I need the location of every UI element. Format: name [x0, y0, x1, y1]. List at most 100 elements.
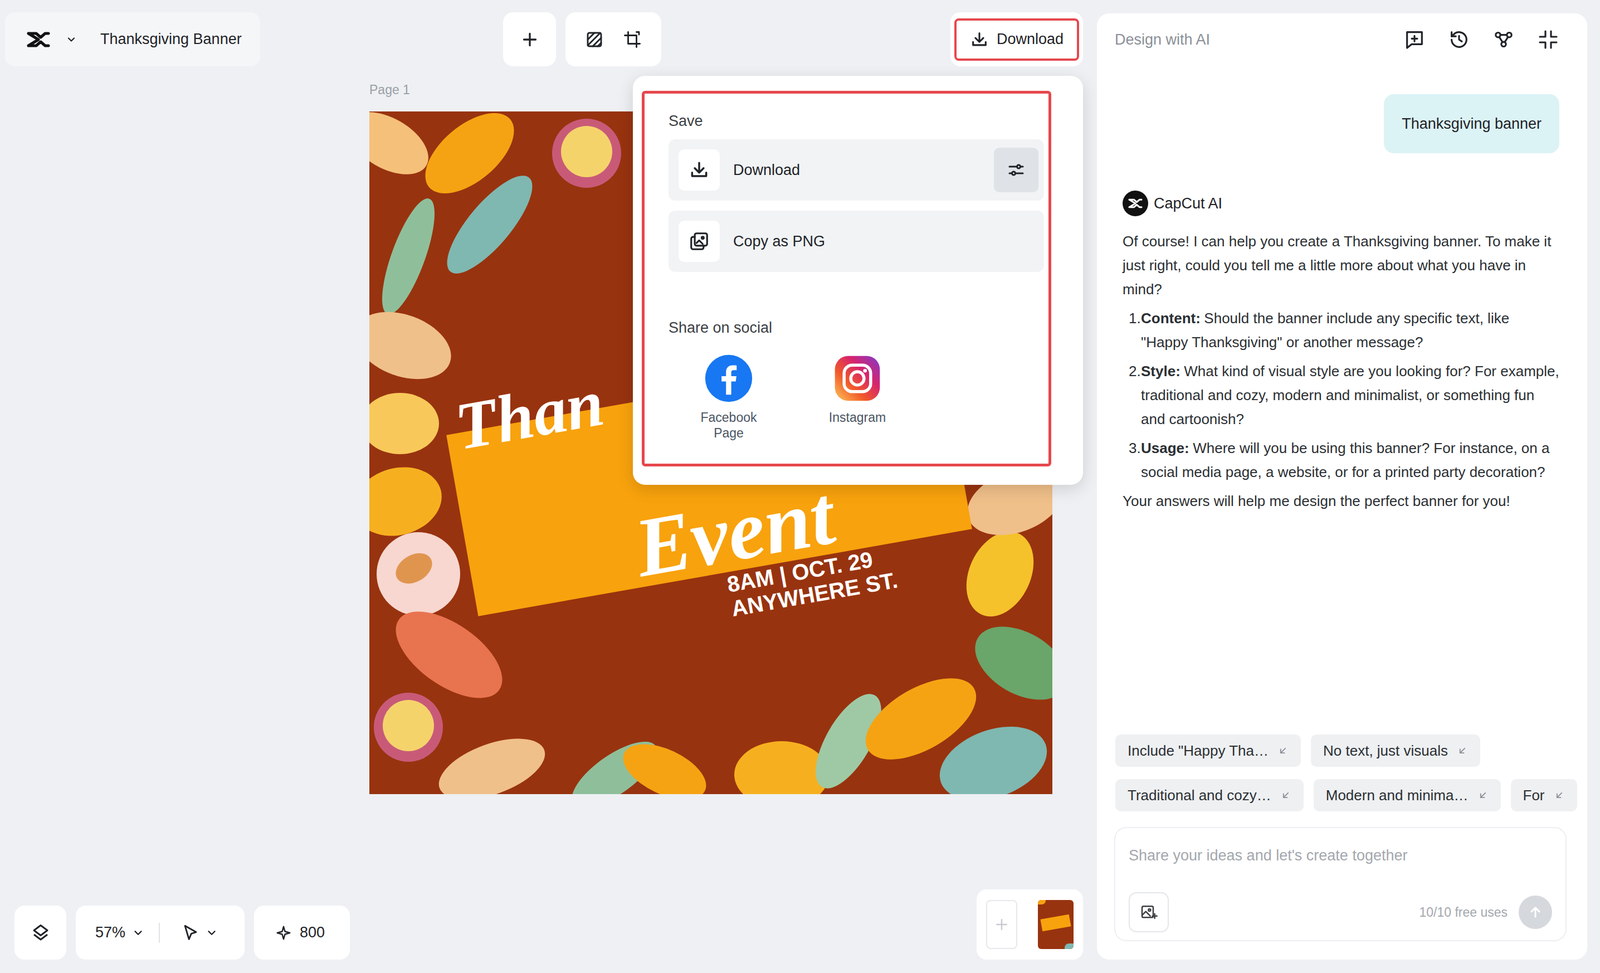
facebook-icon — [704, 353, 754, 403]
suggestion-chip[interactable]: No text, just visuals — [1310, 734, 1481, 767]
social-share-item[interactable]: Instagram — [797, 353, 918, 441]
share-icon[interactable] — [1492, 28, 1515, 51]
question-label: Usage: — [1140, 439, 1190, 457]
add-page-button[interactable] — [986, 899, 1018, 949]
panel-title: Design with AI — [1114, 28, 1211, 52]
download-button[interactable]: Download — [954, 18, 1080, 61]
export-menu: Save Download Copy as PNG Share on social… — [632, 75, 1084, 485]
document-title[interactable]: Thanksgiving Banner — [100, 27, 242, 51]
user-message: Thanksgiving banner — [1383, 94, 1560, 154]
arrow-icon — [1553, 789, 1565, 801]
arrow-icon — [1456, 744, 1468, 756]
export-menu-content: Save Download Copy as PNG Share on social… — [641, 90, 1052, 467]
bottom-bar: 57% 800 — [0, 889, 1097, 973]
arrow-icon — [1477, 789, 1489, 801]
usage-count: 10/10 free uses — [1418, 902, 1508, 923]
assistant-outro: Your answers will help me design the per… — [1122, 489, 1560, 514]
question-number: 3. — [1128, 436, 1141, 485]
social-share-item[interactable]: Facebook Page — [668, 353, 789, 441]
plus-icon — [993, 915, 1011, 933]
history-icon[interactable] — [1447, 28, 1471, 51]
suggestion-label: For — [1523, 784, 1545, 807]
export-action-row[interactable]: Download — [668, 139, 1045, 201]
question-text: What kind of visual style are you lookin… — [1140, 362, 1560, 428]
arrow-icon — [1277, 744, 1289, 756]
layers-button[interactable] — [14, 905, 67, 960]
top-bar: Thanksgiving Banner — [0, 0, 1097, 67]
prompt-box: 10/10 free uses — [1114, 826, 1567, 941]
question-body: Content:Should the banner include any sp… — [1140, 306, 1560, 355]
suggestion-label: Modern and minima… — [1325, 784, 1469, 807]
capcut-logo-icon — [25, 26, 52, 53]
instagram-icon — [832, 353, 882, 403]
suggestion-label: No text, just visuals — [1323, 739, 1448, 762]
question-item: 1.Content:Should the banner include any … — [1122, 306, 1560, 355]
download-label: Download — [996, 27, 1064, 51]
assistant-header: CapCut AI — [1122, 190, 1560, 217]
chevron-down-icon[interactable] — [205, 926, 218, 939]
credits-button[interactable]: 800 — [254, 905, 350, 960]
ai-panel-header: Design with AI — [1096, 13, 1588, 66]
question-item: 2.Style:What kind of visual style are yo… — [1122, 359, 1560, 432]
share-heading: Share on social — [668, 318, 1045, 337]
add-button[interactable] — [503, 12, 556, 67]
question-text: Where will you be using this banner? For… — [1140, 439, 1550, 481]
question-body: Usage:Where will you be using this banne… — [1140, 436, 1560, 485]
send-icon[interactable] — [1518, 895, 1553, 929]
suggestion-row: Include "Happy Tha… No text, just visuals — [1115, 734, 1588, 767]
save-heading: Save — [668, 111, 1045, 130]
pages-strip — [976, 889, 1084, 960]
assistant-name: CapCut AI — [1153, 192, 1223, 216]
suggestion-chip[interactable]: Traditional and cozy… — [1115, 778, 1304, 812]
resize-icon[interactable] — [622, 29, 643, 50]
export-action-label: Download — [733, 158, 800, 182]
question-item: 3.Usage:Where will you be using this ban… — [1122, 436, 1560, 485]
plus-icon — [519, 29, 540, 50]
download-icon — [969, 30, 989, 50]
canvas-tools — [565, 12, 662, 67]
capcut-logo-icon — [1122, 190, 1149, 217]
prompt-input[interactable] — [1128, 844, 1553, 870]
chat-area: Thanksgiving banner CapCut AI Of course!… — [1096, 65, 1588, 735]
chevron-down-icon[interactable] — [65, 33, 77, 46]
assistant-intro: Of course! I can help you create a Thank… — [1122, 229, 1560, 302]
suggestion-chip[interactable]: Modern and minima… — [1313, 778, 1501, 812]
image-upload-icon[interactable] — [1128, 891, 1169, 933]
arrow-icon — [1280, 789, 1292, 801]
ai-panel: Design with AI Thanksgiving banner — [1096, 13, 1588, 960]
question-number: 2. — [1128, 359, 1141, 432]
project-menu[interactable]: Thanksgiving Banner — [5, 12, 261, 67]
question-body: Style:What kind of visual style are you … — [1140, 359, 1560, 432]
layers-icon — [30, 922, 51, 943]
zoom-controls: 57% — [75, 905, 245, 960]
zoom-level[interactable]: 57% — [95, 920, 126, 944]
question-number: 1. — [1128, 306, 1141, 355]
question-label: Style: — [1140, 362, 1181, 380]
suggestion-chip[interactable]: For — [1510, 778, 1578, 812]
export-action-label: Copy as PNG — [733, 230, 826, 253]
suggestion-label: Traditional and cozy… — [1127, 784, 1272, 807]
suggestion-row: Traditional and cozy… Modern and minima… F… — [1115, 778, 1588, 812]
export-action-row[interactable]: Copy as PNG — [668, 210, 1045, 272]
design-title[interactable]: Than — [450, 368, 609, 461]
workspace: Thanksgiving Banner — [0, 0, 1097, 973]
question-label: Content: — [1140, 309, 1201, 327]
background-icon[interactable] — [584, 29, 605, 50]
sparkle-icon — [275, 924, 292, 941]
pointer-icon[interactable] — [181, 923, 200, 943]
copy-image-icon — [678, 220, 720, 262]
suggestion-label: Include "Happy Tha… — [1127, 739, 1269, 762]
page-thumbnail[interactable] — [1037, 899, 1074, 949]
new-chat-icon[interactable] — [1403, 28, 1426, 51]
social-label: Instagram — [828, 409, 886, 426]
settings-icon[interactable] — [993, 147, 1039, 193]
chevron-down-icon[interactable] — [132, 926, 145, 939]
credits-count: 800 — [299, 920, 325, 944]
download-icon — [678, 149, 720, 191]
divider — [158, 922, 160, 943]
suggestions: Include "Happy Tha… No text, just visuals… — [1096, 734, 1588, 812]
download-area: Download — [950, 12, 1084, 67]
suggestion-chip[interactable]: Include "Happy Tha… — [1115, 734, 1301, 767]
social-label: Facebook Page — [695, 409, 763, 441]
collapse-icon[interactable] — [1537, 28, 1560, 51]
